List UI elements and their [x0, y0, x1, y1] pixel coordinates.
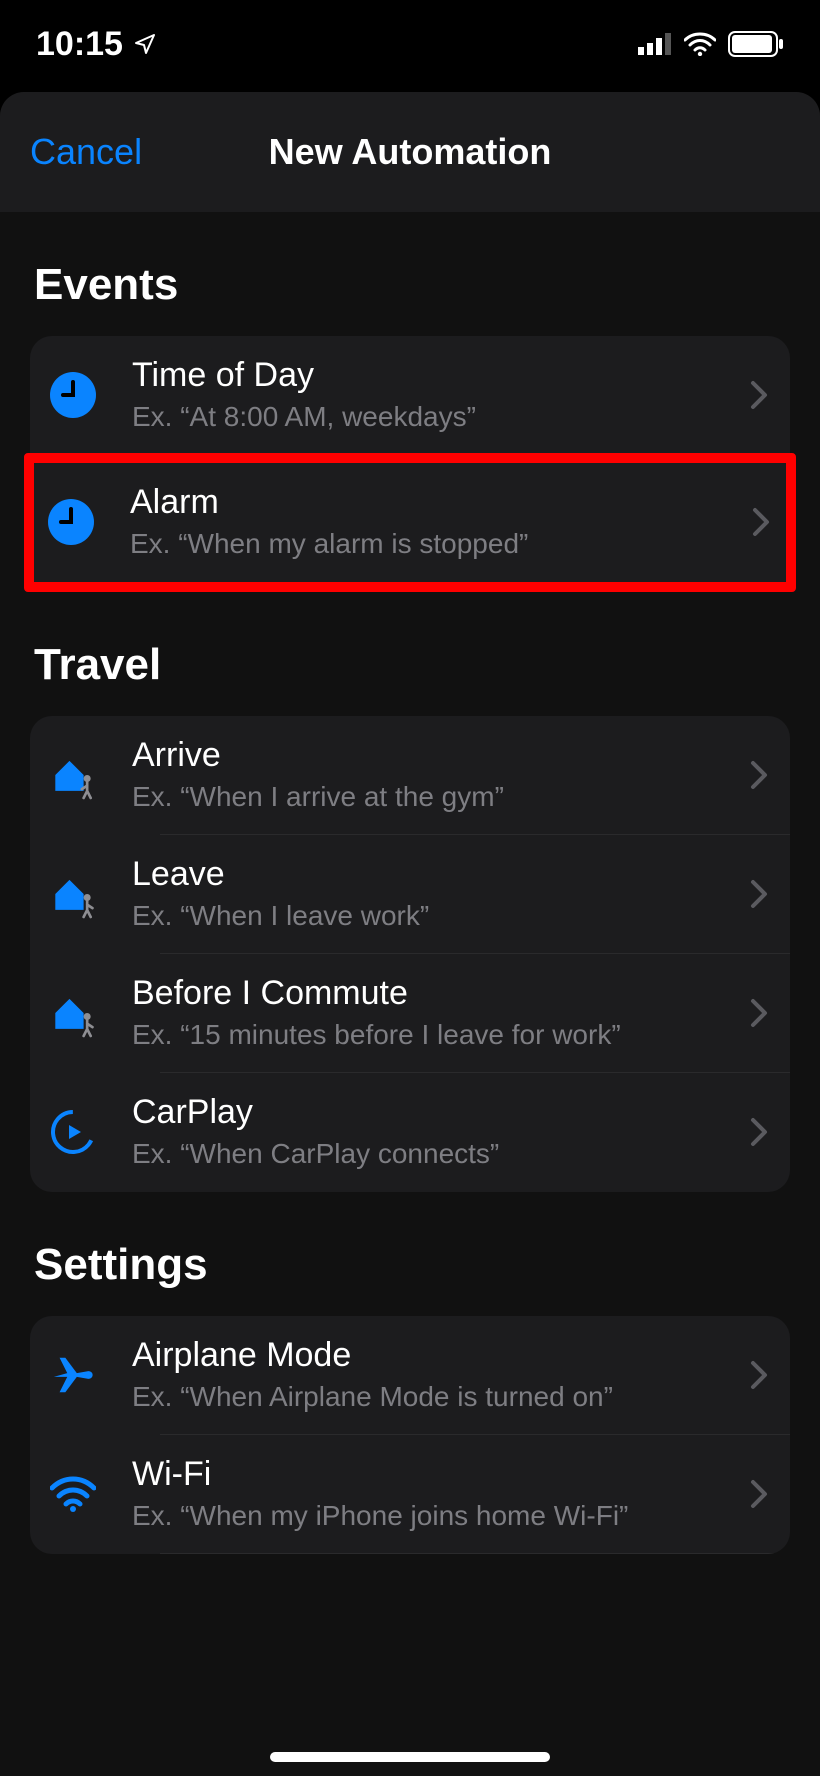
group-events: Time of Day Ex. “At 8:00 AM, weekdays”: [30, 336, 790, 455]
status-right: [638, 31, 784, 57]
location-icon: [133, 32, 157, 56]
group-travel: Arrive Ex. “When I arrive at the gym”: [30, 716, 790, 1192]
home-indicator[interactable]: [270, 1752, 550, 1762]
row-wifi[interactable]: Wi-Fi Ex. “When my iPhone joins home Wi-…: [30, 1435, 790, 1554]
house-person-icon: [50, 871, 96, 917]
row-subtitle: Ex. “When Airplane Mode is turned on”: [132, 1381, 738, 1413]
row-subtitle: Ex. “At 8:00 AM, weekdays”: [132, 401, 738, 433]
row-text: Alarm Ex. “When my alarm is stopped”: [130, 483, 752, 560]
clock-icon: [50, 372, 96, 418]
row-subtitle: Ex. “15 minutes before I leave for work”: [132, 1019, 738, 1051]
group-settings: Airplane Mode Ex. “When Airplane Mode is…: [30, 1316, 790, 1554]
carplay-icon: [50, 1109, 96, 1155]
row-text: Wi-Fi Ex. “When my iPhone joins home Wi-…: [132, 1455, 750, 1532]
chevron-right-icon: [752, 507, 770, 537]
battery-icon: [728, 31, 784, 57]
row-carplay[interactable]: CarPlay Ex. “When CarPlay connects”: [30, 1073, 790, 1192]
wifi-icon: [684, 32, 716, 56]
row-airplane-mode[interactable]: Airplane Mode Ex. “When Airplane Mode is…: [30, 1316, 790, 1435]
row-title: Before I Commute: [132, 974, 738, 1013]
wifi-icon: [50, 1471, 96, 1517]
modal-sheet: Cancel New Automation Events Time of Day…: [0, 92, 820, 1776]
row-alarm[interactable]: Alarm Ex. “When my alarm is stopped”: [34, 463, 786, 582]
clock-icon: [48, 499, 94, 545]
chevron-right-icon: [750, 1117, 768, 1147]
row-text: Airplane Mode Ex. “When Airplane Mode is…: [132, 1336, 750, 1413]
status-time: 10:15: [36, 25, 123, 64]
row-title: Wi-Fi: [132, 1455, 738, 1494]
row-leave[interactable]: Leave Ex. “When I leave work”: [30, 835, 790, 954]
row-title: Time of Day: [132, 356, 738, 395]
row-subtitle: Ex. “When CarPlay connects”: [132, 1138, 738, 1170]
chevron-right-icon: [750, 998, 768, 1028]
row-title: CarPlay: [132, 1093, 738, 1132]
row-title: Alarm: [130, 483, 740, 522]
row-before-commute[interactable]: Before I Commute Ex. “15 minutes before …: [30, 954, 790, 1073]
status-bar: 10:15: [0, 0, 820, 88]
chevron-right-icon: [750, 1479, 768, 1509]
row-subtitle: Ex. “When my alarm is stopped”: [130, 528, 740, 560]
row-text: Arrive Ex. “When I arrive at the gym”: [132, 736, 750, 813]
row-arrive[interactable]: Arrive Ex. “When I arrive at the gym”: [30, 716, 790, 835]
row-title: Airplane Mode: [132, 1336, 738, 1375]
house-person-icon: [50, 752, 96, 798]
row-subtitle: Ex. “When I arrive at the gym”: [132, 781, 738, 813]
sheet-header: Cancel New Automation: [0, 92, 820, 212]
chevron-right-icon: [750, 380, 768, 410]
row-title: Leave: [132, 855, 738, 894]
row-text: Before I Commute Ex. “15 minutes before …: [132, 974, 750, 1051]
row-title: Arrive: [132, 736, 738, 775]
row-text: Time of Day Ex. “At 8:00 AM, weekdays”: [132, 356, 750, 433]
row-subtitle: Ex. “When my iPhone joins home Wi-Fi”: [132, 1500, 738, 1532]
row-text: CarPlay Ex. “When CarPlay connects”: [132, 1093, 750, 1170]
cancel-button[interactable]: Cancel: [30, 131, 142, 173]
screen: 10:15: [0, 0, 820, 1776]
section-title-events: Events: [0, 212, 820, 336]
highlight-alarm: Alarm Ex. “When my alarm is stopped”: [24, 453, 796, 592]
row-time-of-day[interactable]: Time of Day Ex. “At 8:00 AM, weekdays”: [30, 336, 790, 455]
row-text: Leave Ex. “When I leave work”: [132, 855, 750, 932]
chevron-right-icon: [750, 879, 768, 909]
content: Events Time of Day Ex. “At 8:00 AM, week…: [0, 212, 820, 1614]
status-left: 10:15: [36, 25, 157, 64]
section-title-settings: Settings: [0, 1192, 820, 1316]
chevron-right-icon: [750, 1360, 768, 1390]
separator: [160, 1553, 790, 1554]
page-title: New Automation: [269, 131, 552, 173]
section-title-travel: Travel: [0, 592, 820, 716]
airplane-icon: [50, 1352, 96, 1398]
house-person-icon: [50, 990, 96, 1036]
cellular-icon: [638, 33, 672, 55]
chevron-right-icon: [750, 760, 768, 790]
row-subtitle: Ex. “When I leave work”: [132, 900, 738, 932]
